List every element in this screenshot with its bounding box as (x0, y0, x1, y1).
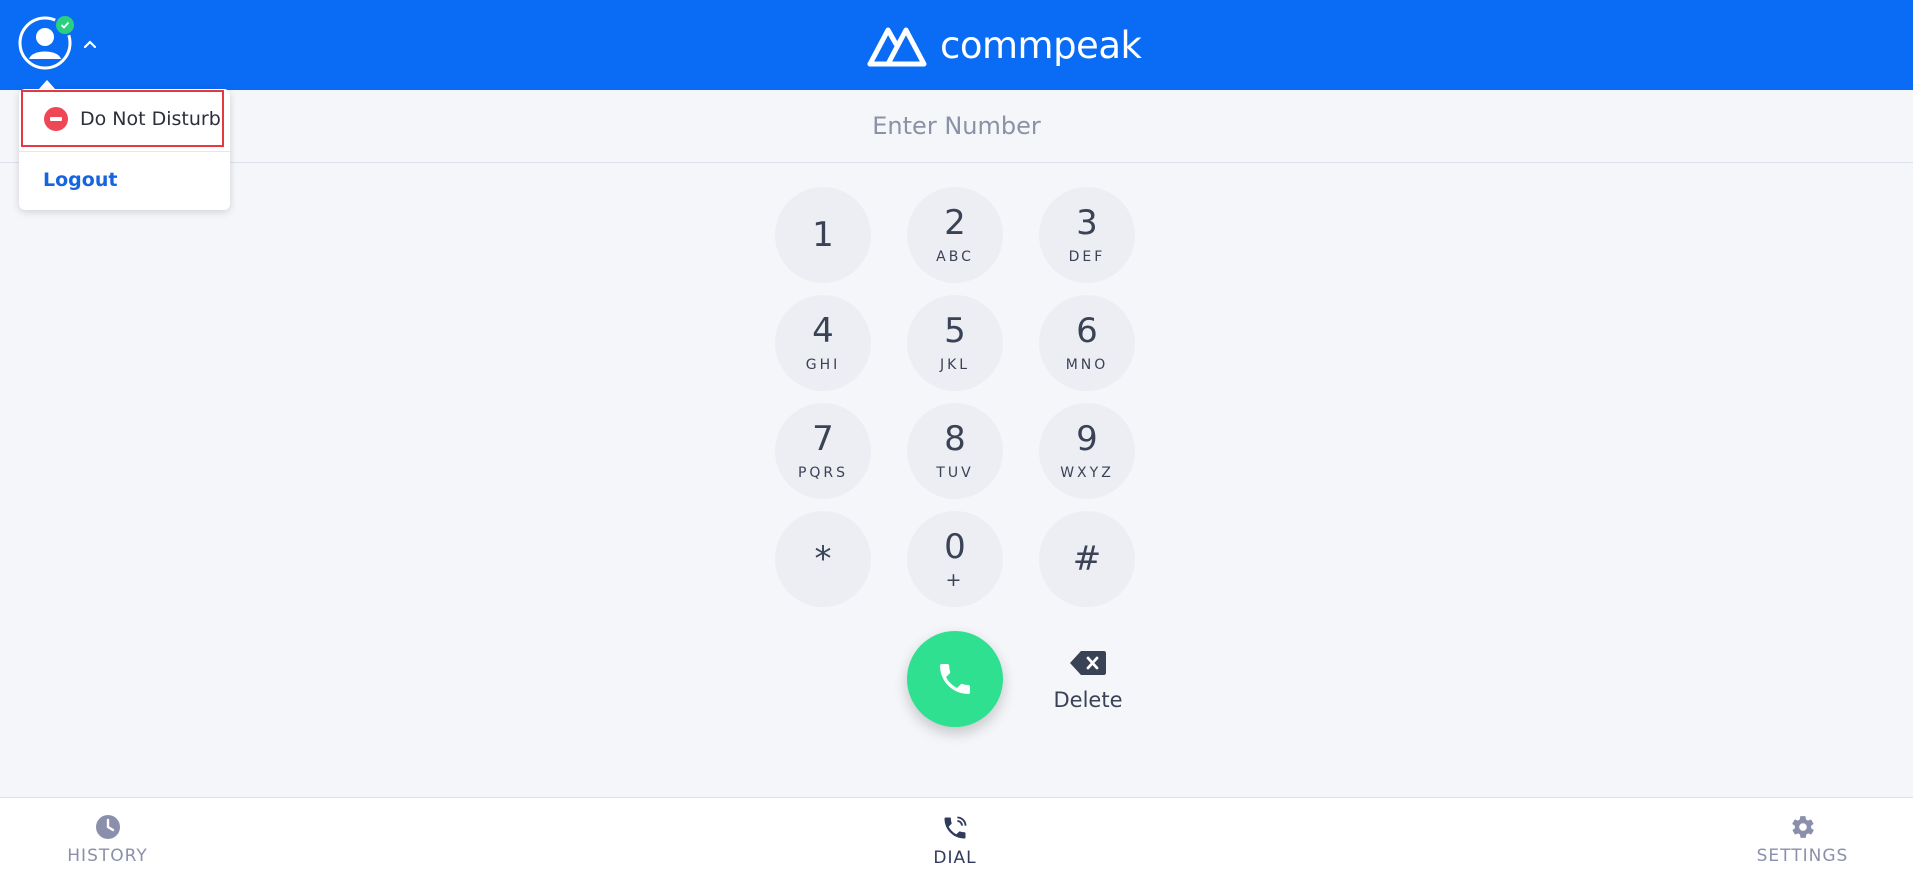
nav-dial[interactable]: DIAL (898, 798, 1012, 872)
delete-label: Delete (1053, 688, 1123, 712)
dial-key-1[interactable]: 1 (775, 187, 871, 283)
status-dropdown-menu: Do Not Disturb Logout (19, 89, 230, 210)
user-avatar-button[interactable] (18, 14, 76, 70)
delete-button[interactable]: Delete (1048, 650, 1128, 712)
dial-phone-icon (944, 816, 967, 839)
do-not-disturb-item[interactable]: Do Not Disturb (21, 90, 224, 147)
dial-key-6[interactable]: 6 MNO (1039, 295, 1135, 391)
nav-settings-label: SETTINGS (1756, 846, 1849, 866)
dial-key-7[interactable]: 7 PQRS (775, 403, 871, 499)
dial-key-5[interactable]: 5 JKL (907, 295, 1003, 391)
nav-history[interactable]: HISTORY (50, 798, 165, 872)
call-button[interactable] (907, 631, 1003, 727)
app-header: commpeak (0, 0, 1913, 90)
dial-key-4[interactable]: 4 GHI (775, 295, 871, 391)
dial-key-3[interactable]: 3 DEF (1039, 187, 1135, 283)
dial-key-2[interactable]: 2 ABC (907, 187, 1003, 283)
nav-dial-label: DIAL (933, 848, 977, 868)
nav-settings[interactable]: SETTINGS (1740, 798, 1865, 872)
do-not-disturb-icon (44, 106, 68, 131)
backspace-icon (1070, 651, 1106, 675)
commpeak-logo-icon (867, 27, 927, 67)
dial-key-0[interactable]: 0 + (907, 511, 1003, 607)
dial-key-star[interactable]: * (775, 511, 871, 607)
logout-item[interactable]: Logout (43, 169, 117, 191)
commpeak-logo: commpeak (866, 18, 1142, 72)
number-bar (0, 90, 1913, 163)
logo-text: commpeak (940, 23, 1142, 67)
clock-icon (95, 815, 120, 839)
phone-number-input[interactable] (654, 100, 1259, 152)
gear-icon (1791, 816, 1814, 838)
do-not-disturb-label: Do Not Disturb (80, 107, 221, 130)
phone-icon (940, 664, 970, 694)
dial-key-hash[interactable]: # (1039, 511, 1135, 607)
dial-key-9[interactable]: 9 WXYZ (1039, 403, 1135, 499)
bottom-navigation: HISTORY DIAL SETTINGS (0, 797, 1913, 872)
menu-divider (19, 151, 230, 152)
nav-history-label: HISTORY (67, 846, 148, 866)
dial-key-8[interactable]: 8 TUV (907, 403, 1003, 499)
online-status-icon (54, 14, 76, 36)
chevron-up-icon[interactable] (80, 34, 100, 54)
